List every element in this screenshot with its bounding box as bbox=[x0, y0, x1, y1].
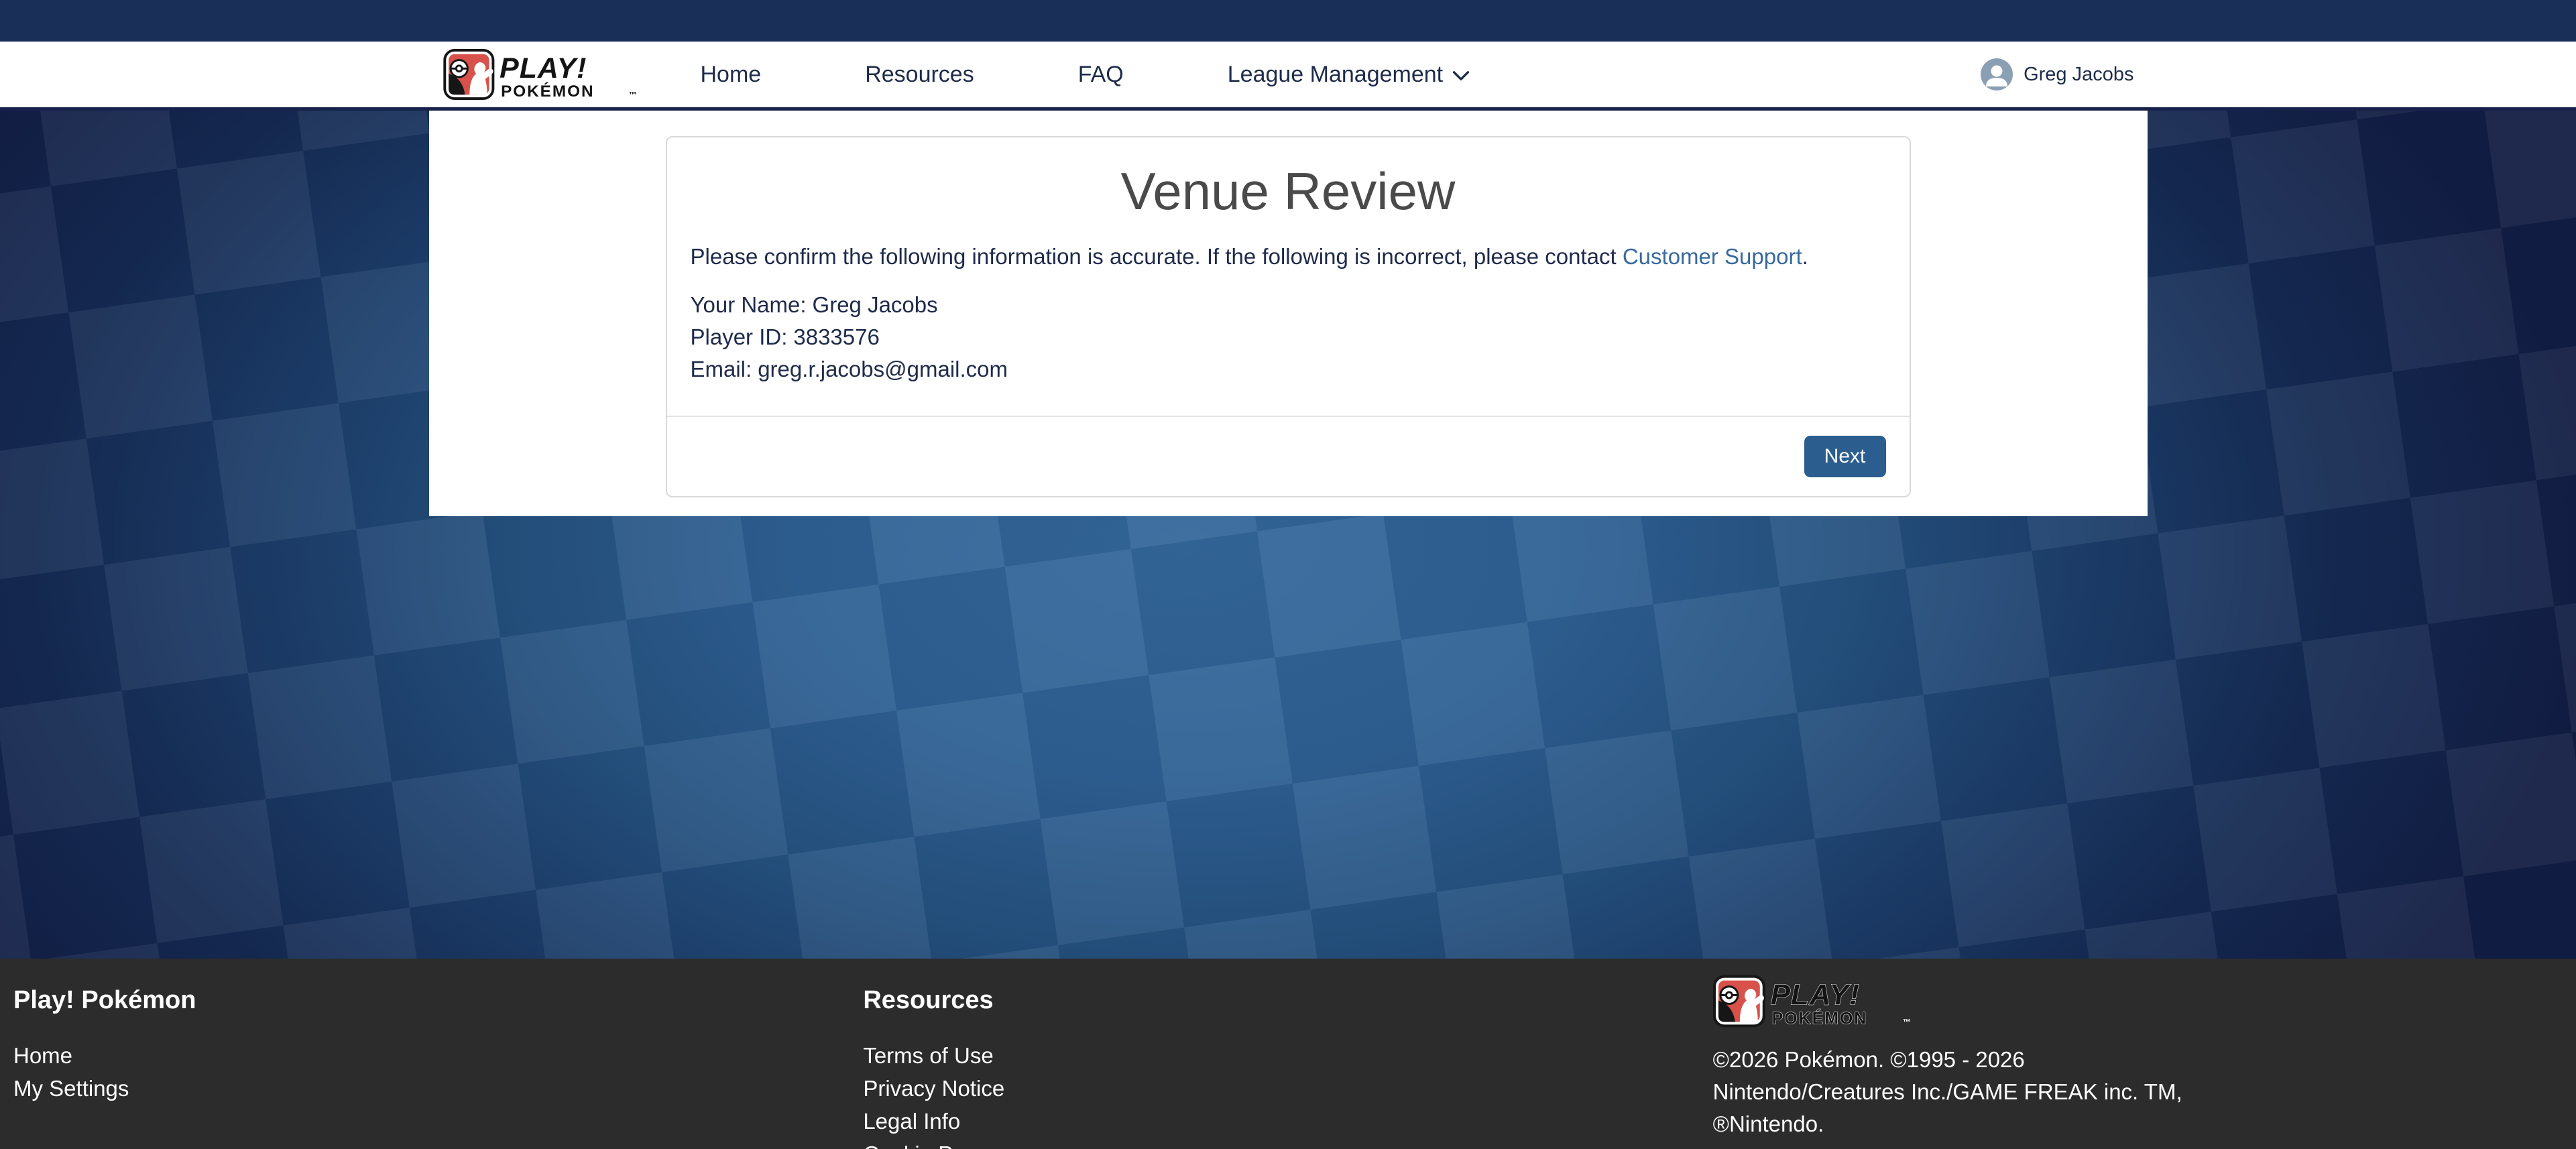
next-button[interactable]: Next bbox=[1804, 436, 1886, 477]
player-info: Your Name:Greg Jacobs Player ID:3833576 … bbox=[691, 289, 1886, 385]
nav-item-faq[interactable]: FAQ bbox=[1078, 62, 1124, 88]
venue-review-card: Venue Review Please confirm the followin… bbox=[666, 136, 1911, 497]
footer-link-legal-info[interactable]: Legal Info bbox=[863, 1105, 1712, 1138]
footer-link-cookie-page[interactable]: Cookie Page bbox=[863, 1138, 1712, 1149]
nav-item-home-label: Home bbox=[701, 62, 762, 88]
nav-item-resources-label: Resources bbox=[865, 62, 974, 88]
play-pokemon-logo[interactable]: PLAY! POKÉMON ™ bbox=[443, 49, 640, 100]
player-name-row: Your Name:Greg Jacobs bbox=[691, 289, 1886, 321]
content-panel: Venue Review Please confirm the followin… bbox=[429, 111, 2148, 516]
footer-heading-play-pokemon: Play! Pokémon bbox=[13, 985, 863, 1016]
avatar-icon bbox=[1981, 58, 2013, 90]
top-navbar: PLAY! POKÉMON ™ Home Resources FAQ Leagu… bbox=[0, 42, 2576, 111]
svg-text:POKÉMON: POKÉMON bbox=[1771, 1008, 1867, 1028]
card-footer: Next bbox=[667, 416, 1910, 496]
footer-link-my-settings[interactable]: My Settings bbox=[13, 1072, 863, 1105]
confirm-instructions: Please confirm the following information… bbox=[691, 242, 1886, 271]
copyright-text: ©2026 Pokémon. ©1995 - 2026 Nintendo/Cre… bbox=[1713, 1044, 2189, 1140]
nav-item-resources[interactable]: Resources bbox=[865, 62, 974, 88]
footer-links-play-pokemon: Home My Settings bbox=[13, 1039, 863, 1105]
footer-play-pokemon-logo: PLAY! POKÉMON ™ bbox=[1713, 975, 2563, 1028]
primary-nav: Home Resources FAQ League Management bbox=[701, 62, 1470, 88]
site-footer: Play! Pokémon Home My Settings Resources… bbox=[0, 959, 2576, 1149]
nav-item-home[interactable]: Home bbox=[701, 62, 762, 88]
player-id-label: Player ID: bbox=[691, 324, 788, 349]
svg-text:POKÉMON: POKÉMON bbox=[501, 82, 594, 100]
confirm-instructions-period: . bbox=[1802, 244, 1808, 269]
venue-review-card-body: Venue Review Please confirm the followin… bbox=[667, 137, 1910, 416]
footer-col-play-pokemon: Play! Pokémon Home My Settings bbox=[13, 985, 863, 1149]
svg-text:™: ™ bbox=[629, 90, 637, 99]
user-name: Greg Jacobs bbox=[2024, 64, 2133, 86]
player-email-label: Email: bbox=[691, 357, 752, 381]
player-email-value: greg.r.jacobs@gmail.com bbox=[758, 357, 1008, 381]
player-name-value: Greg Jacobs bbox=[813, 292, 938, 317]
player-id-row: Player ID:3833576 bbox=[691, 321, 1886, 353]
user-menu[interactable]: Greg Jacobs bbox=[1981, 58, 2133, 90]
player-email-row: Email:greg.r.jacobs@gmail.com bbox=[691, 353, 1886, 385]
player-id-value: 3833576 bbox=[793, 324, 879, 349]
footer-heading-resources: Resources bbox=[863, 985, 1712, 1016]
svg-text:PLAY!: PLAY! bbox=[500, 52, 587, 84]
page-title: Venue Review bbox=[691, 160, 1886, 223]
footer-links-resources: Terms of Use Privacy Notice Legal Info C… bbox=[863, 1039, 1712, 1149]
customer-support-link[interactable]: Customer Support bbox=[1623, 244, 1802, 269]
svg-text:PLAY!: PLAY! bbox=[1770, 978, 1859, 1011]
nav-item-faq-label: FAQ bbox=[1078, 62, 1124, 88]
footer-col-resources: Resources Terms of Use Privacy Notice Le… bbox=[863, 985, 1712, 1149]
footer-link-home[interactable]: Home bbox=[13, 1039, 863, 1072]
footer-play-pokemon-logo-graphic: PLAY! POKÉMON ™ bbox=[1713, 975, 1914, 1028]
svg-text:™: ™ bbox=[1903, 1017, 1911, 1026]
nav-item-league-management[interactable]: League Management bbox=[1228, 62, 1470, 88]
footer-link-privacy-notice[interactable]: Privacy Notice bbox=[863, 1072, 1712, 1105]
player-name-label: Your Name: bbox=[691, 292, 807, 317]
footer-col-brand: PLAY! POKÉMON ™ ©2026 Pokémon. ©1995 - 2… bbox=[1713, 975, 2563, 1149]
confirm-instructions-text: Please confirm the following information… bbox=[691, 244, 1623, 269]
play-pokemon-logo-graphic: PLAY! POKÉMON ™ bbox=[443, 49, 640, 100]
footer-link-terms-of-use[interactable]: Terms of Use bbox=[863, 1039, 1712, 1072]
chevron-down-icon bbox=[1452, 70, 1470, 81]
nav-item-league-management-label: League Management bbox=[1228, 62, 1443, 88]
navbar-container: PLAY! POKÉMON ™ Home Resources FAQ Leagu… bbox=[429, 42, 2148, 107]
